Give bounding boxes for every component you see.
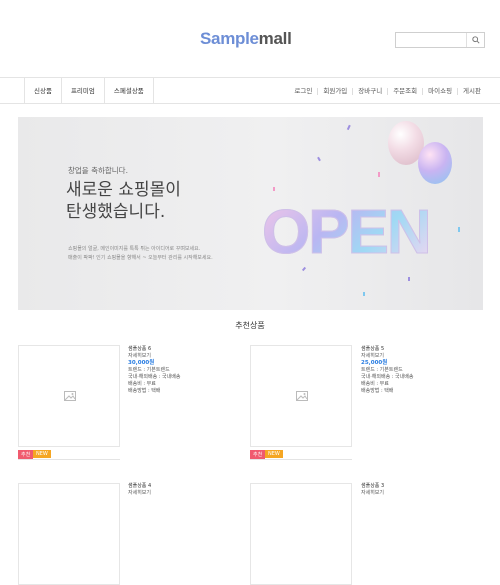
- image-placeholder-icon: [64, 391, 76, 401]
- product-detail: 국내·해외배송 : 국내배송: [361, 374, 414, 380]
- product-summary[interactable]: 자세히보기: [128, 353, 180, 360]
- logo-part-sample: Sample: [200, 29, 259, 48]
- nav-login[interactable]: 로그인: [289, 87, 317, 95]
- nav-new-products[interactable]: 신상품: [25, 78, 62, 104]
- product-image[interactable]: [18, 345, 120, 447]
- product-divider: [250, 459, 352, 460]
- tag-new: NEW: [33, 450, 51, 458]
- product-price: 25,000원: [361, 360, 388, 366]
- nav-join[interactable]: 회원가입: [317, 87, 352, 95]
- product-name[interactable]: 샘플상품 5: [361, 346, 413, 353]
- product-detail: 배송비 : 무료: [361, 381, 389, 387]
- site-header: Samplemall: [0, 0, 500, 78]
- product-image[interactable]: [250, 483, 352, 585]
- product-detail: 트렌드 : 기본트렌드: [361, 367, 403, 373]
- nav-cart[interactable]: 장바구니: [352, 87, 387, 95]
- member-menu: 로그인 회원가입 장바구니 주문조회 마이쇼핑 게시판: [289, 78, 486, 104]
- nav-board[interactable]: 게시판: [457, 87, 486, 95]
- product-name[interactable]: 샘플상품 4: [128, 483, 151, 490]
- product-detail: 배송비 : 무료: [128, 381, 156, 387]
- tag-recommend: 추천: [18, 450, 34, 459]
- site-logo[interactable]: Samplemall: [200, 29, 292, 49]
- category-menu: 신상품 프리미엄 스페셜상품: [24, 78, 154, 104]
- product-info: 샘플상품 4 자세히보기: [128, 483, 151, 497]
- product-detail: 배송방법 : 택배: [361, 388, 394, 394]
- product-image[interactable]: [18, 483, 120, 585]
- product-name[interactable]: 샘플상품 6: [128, 346, 180, 353]
- main-banner[interactable]: 창업을 축하합니다. 새로운 쇼핑몰이 탄생했습니다. 쇼핑몰의 얼굴, 메인이…: [18, 117, 483, 310]
- product-price: 30,000원: [128, 360, 155, 366]
- product-summary[interactable]: 자세히보기: [361, 490, 384, 497]
- search-input[interactable]: [395, 32, 485, 48]
- product-detail: 국내·해외배송 : 국내배송: [128, 374, 181, 380]
- tag-recommend: 추천: [250, 450, 266, 459]
- product-summary[interactable]: 자세히보기: [361, 353, 413, 360]
- image-placeholder-icon: [296, 391, 308, 401]
- nav-my-shopping[interactable]: 마이쇼핑: [422, 87, 457, 95]
- product-name[interactable]: 샘플상품 3: [361, 483, 384, 490]
- search-button[interactable]: [466, 33, 484, 47]
- confetti-graphic: [273, 124, 460, 296]
- product-info: 샘플상품 3 자세히보기: [361, 483, 384, 497]
- product-info: 샘플상품 6 자세히보기 30,000원 트렌드 : 기본트렌드 국내·해외배송…: [128, 346, 180, 395]
- tag-new: NEW: [265, 450, 283, 458]
- nav-premium[interactable]: 프리미엄: [62, 78, 105, 104]
- product-detail: 배송방법 : 택배: [128, 388, 161, 394]
- logo-part-mall: mall: [258, 29, 292, 48]
- product-detail: 트렌드 : 기본트렌드: [128, 367, 170, 373]
- product-divider: [18, 459, 120, 460]
- main-nav: 신상품 프리미엄 스페셜상품 로그인 회원가입 장바구니 주문조회 마이쇼핑 게…: [0, 78, 500, 104]
- search-icon: [471, 36, 480, 44]
- recommended-section-title: 추천상품: [235, 321, 265, 330]
- product-summary[interactable]: 자세히보기: [128, 490, 151, 497]
- nav-special-products[interactable]: 스페셜상품: [105, 78, 154, 104]
- nav-order-lookup[interactable]: 주문조회: [387, 87, 422, 95]
- product-info: 샘플상품 5 자세히보기 25,000원 트렌드 : 기본트렌드 국내·해외배송…: [361, 346, 413, 395]
- product-image[interactable]: [250, 345, 352, 447]
